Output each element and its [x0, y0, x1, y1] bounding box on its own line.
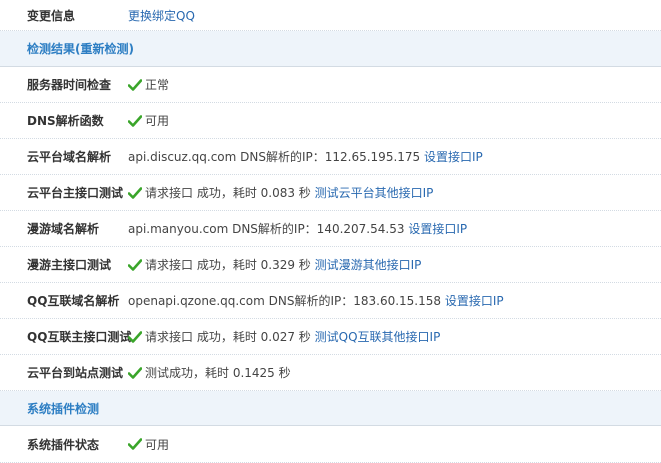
set-interface-ip-link[interactable]: 设置接口IP [408, 220, 467, 237]
row-label: 漫游域名解析 [27, 222, 100, 236]
api-test-text: 请求接口 成功，耗时 0.083 秒 [145, 186, 311, 200]
section-detection-result: 检测结果(重新检测) [0, 31, 661, 67]
row-label: 云平台域名解析 [27, 150, 112, 164]
dns-result-text: openapi.qzone.qq.com DNS解析的IP：183.60.15.… [128, 294, 442, 308]
row-cloud-dns: 云平台域名解析 api.discuz.qq.com DNS解析的IP：112.6… [0, 139, 661, 175]
row-label: 服务器时间检查 [27, 78, 112, 92]
status-text: 可用 [145, 437, 170, 452]
change-bound-qq-link[interactable]: 更换绑定QQ [128, 7, 195, 24]
check-icon [128, 438, 142, 450]
row-label: QQ互联主接口测试 [27, 330, 132, 344]
row-manyou-dns: 漫游域名解析 api.manyou.com DNS解析的IP：140.207.5… [0, 211, 661, 247]
test-qq-other-ip-link[interactable]: 测试QQ互联其他接口IP [315, 328, 441, 345]
row-label: 云平台到站点测试 [27, 366, 124, 380]
row-plugin-status: 系统插件状态 可用 [0, 426, 661, 463]
set-interface-ip-link[interactable]: 设置接口IP [445, 292, 504, 309]
row-value: 更换绑定QQ [128, 7, 195, 24]
test-cloud-other-ip-link[interactable]: 测试云平台其他接口IP [315, 184, 434, 201]
section-title[interactable]: 检测结果(重新检测) [0, 40, 134, 57]
cloud-diagnostics-table: 变更信息 更换绑定QQ 检测结果(重新检测) 服务器时间检查 正常 DNS解析函… [0, 0, 661, 463]
row-cloud-to-site: 云平台到站点测试 测试成功，耗时 0.1425 秒 [0, 355, 661, 391]
row-value: 正常 [128, 76, 169, 93]
check-icon [128, 330, 142, 343]
row-change-info: 变更信息 更换绑定QQ [0, 0, 661, 31]
check-icon [128, 78, 142, 91]
row-value: 请求接口 成功，耗时 0.027 秒 测试QQ互联其他接口IP [128, 328, 440, 345]
row-server-time: 服务器时间检查 正常 [0, 67, 661, 103]
set-interface-ip-link[interactable]: 设置接口IP [424, 148, 483, 165]
api-test-text: 请求接口 成功，耗时 0.027 秒 [145, 330, 311, 344]
row-label: QQ互联域名解析 [27, 294, 120, 308]
row-label: DNS解析函数 [27, 114, 104, 128]
check-icon [128, 366, 142, 379]
row-value: 请求接口 成功，耗时 0.083 秒 测试云平台其他接口IP [128, 184, 433, 201]
row-qq-dns: QQ互联域名解析 openapi.qzone.qq.com DNS解析的IP：1… [0, 283, 661, 319]
row-label: 变更信息 [27, 8, 76, 23]
check-icon [128, 186, 142, 199]
row-value: api.manyou.com DNS解析的IP：140.207.54.53 设置… [128, 220, 467, 237]
row-qq-main-api: QQ互联主接口测试 请求接口 成功，耗时 0.027 秒 测试QQ互联其他接口I… [0, 319, 661, 355]
row-label: 云平台主接口测试 [27, 186, 124, 200]
dns-result-text: api.discuz.qq.com DNS解析的IP：112.65.195.17… [128, 150, 421, 164]
row-value: 请求接口 成功，耗时 0.329 秒 测试漫游其他接口IP [128, 256, 421, 273]
row-manyou-main-api: 漫游主接口测试 请求接口 成功，耗时 0.329 秒 测试漫游其他接口IP [0, 247, 661, 283]
api-test-text: 请求接口 成功，耗时 0.329 秒 [145, 258, 311, 272]
check-icon [128, 258, 142, 271]
section-plugin-check: 系统插件检测 [0, 391, 661, 426]
row-value: 测试成功，耗时 0.1425 秒 [128, 364, 291, 381]
status-text: 正常 [145, 78, 170, 92]
check-icon [128, 114, 142, 127]
section-title: 系统插件检测 [27, 401, 100, 416]
row-cloud-main-api: 云平台主接口测试 请求接口 成功，耗时 0.083 秒 测试云平台其他接口IP [0, 175, 661, 211]
row-value: api.discuz.qq.com DNS解析的IP：112.65.195.17… [128, 148, 483, 165]
dns-result-text: api.manyou.com DNS解析的IP：140.207.54.53 [128, 222, 405, 236]
row-value: 可用 [128, 436, 169, 453]
row-label: 系统插件状态 [27, 437, 100, 452]
site-test-text: 测试成功，耗时 0.1425 秒 [145, 366, 291, 380]
row-dns-function: DNS解析函数 可用 [0, 103, 661, 139]
test-manyou-other-ip-link[interactable]: 测试漫游其他接口IP [315, 256, 422, 273]
row-value: openapi.qzone.qq.com DNS解析的IP：183.60.15.… [128, 292, 504, 309]
row-label: 漫游主接口测试 [27, 258, 112, 272]
status-text: 可用 [145, 114, 170, 128]
row-value: 可用 [128, 112, 169, 129]
